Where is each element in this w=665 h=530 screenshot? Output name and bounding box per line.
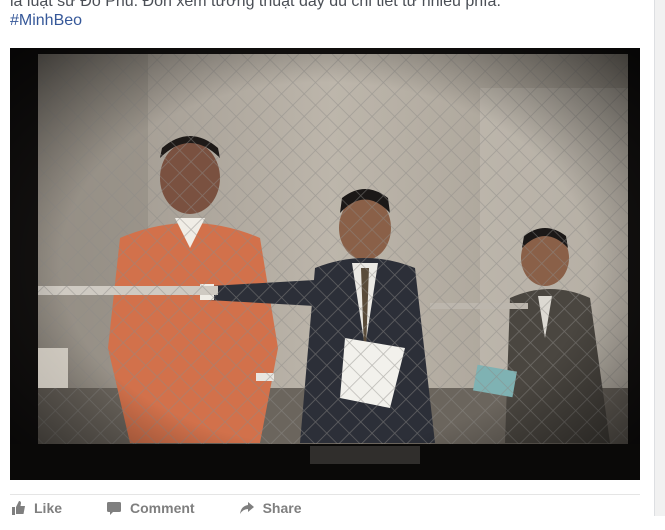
post-text-line: là luật sư Đỗ Phủ. Đón xem tường thuật đ… bbox=[10, 0, 501, 10]
comment-icon bbox=[106, 500, 122, 516]
page-scrollbar[interactable] bbox=[654, 0, 665, 516]
share-arrow-icon bbox=[239, 500, 255, 516]
share-button[interactable]: Share bbox=[239, 500, 302, 516]
facebook-post: là luật sư Đỗ Phủ. Đón xem tường thuật đ… bbox=[0, 0, 665, 516]
courtroom-photo-image bbox=[10, 48, 640, 480]
thumbs-up-icon bbox=[10, 500, 26, 516]
share-label: Share bbox=[262, 500, 302, 516]
like-button[interactable]: Like bbox=[10, 500, 62, 516]
post-photo[interactable] bbox=[10, 48, 640, 480]
comment-button[interactable]: Comment bbox=[106, 500, 195, 516]
post-actions-bar: Like Comment Share bbox=[10, 500, 650, 530]
comment-label: Comment bbox=[130, 500, 195, 516]
post-text: là luật sư Đỗ Phủ. Đón xem tường thuật đ… bbox=[10, 0, 650, 12]
like-label: Like bbox=[34, 500, 63, 516]
hashtag-link[interactable]: #MinhBeo bbox=[10, 12, 82, 30]
action-divider bbox=[10, 494, 640, 495]
